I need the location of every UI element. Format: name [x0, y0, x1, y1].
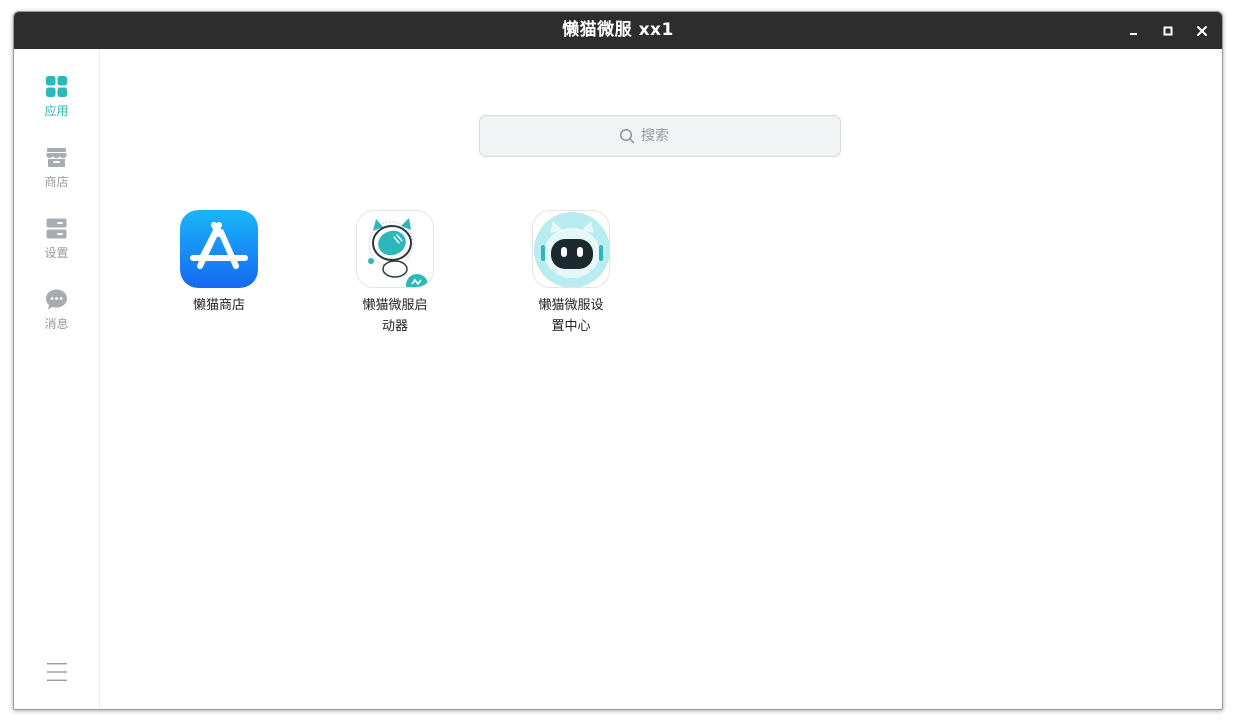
- maximize-icon: [1163, 26, 1173, 36]
- search-box[interactable]: [479, 115, 841, 157]
- sidebar-item-label: 消息: [44, 317, 69, 331]
- sidebar-item-store[interactable]: 商店: [14, 146, 99, 208]
- title-bar[interactable]: 懒猫微服 xx1: [14, 12, 1222, 49]
- search-input[interactable]: [641, 128, 701, 144]
- grid-apps-icon: [46, 76, 67, 97]
- close-icon: [1197, 26, 1207, 36]
- robot-cat-settings-icon: [532, 210, 610, 288]
- app-tile-settings-center[interactable]: 懒猫微服设置中心: [506, 210, 636, 340]
- app-label: 懒猫商店: [192, 298, 245, 313]
- app-tile-launcher[interactable]: 懒猫微服启动器: [330, 210, 460, 340]
- sidebar: 应用 商店 设置 消息: [14, 49, 100, 709]
- sidebar-item-label: 商店: [44, 175, 69, 189]
- robot-cat-launcher-icon: [356, 210, 434, 288]
- hamburger-menu-icon: [47, 663, 67, 681]
- search-icon: [619, 128, 635, 144]
- sidebar-item-label: 设置: [44, 246, 69, 260]
- message-icon: [46, 289, 67, 310]
- menu-button[interactable]: [46, 661, 68, 683]
- minimize-button[interactable]: [1124, 21, 1144, 41]
- sidebar-item-settings[interactable]: 设置: [14, 217, 99, 279]
- window-title: 懒猫微服 xx1: [562, 20, 674, 40]
- app-tile-lazycat-store[interactable]: 懒猫商店: [154, 210, 284, 340]
- app-label: 懒猫微服设置中心: [538, 298, 604, 334]
- app-window: 懒猫微服 xx1 应用 商店 设置 消息 搜索 懒猫商店 懒猫微服启动器 懒猫微…: [13, 11, 1223, 710]
- app-label: 懒猫微服启动器: [362, 298, 428, 334]
- sidebar-item-label: 应用: [44, 104, 69, 118]
- sidebar-item-messages[interactable]: 消息: [14, 288, 99, 350]
- store-icon: [46, 148, 67, 167]
- app-store-icon: [180, 210, 258, 288]
- minimize-icon: [1130, 33, 1137, 35]
- maximize-button[interactable]: [1158, 21, 1178, 41]
- settings-icon: [46, 218, 67, 239]
- close-button[interactable]: [1192, 21, 1212, 41]
- sidebar-item-apps[interactable]: 应用: [14, 75, 99, 137]
